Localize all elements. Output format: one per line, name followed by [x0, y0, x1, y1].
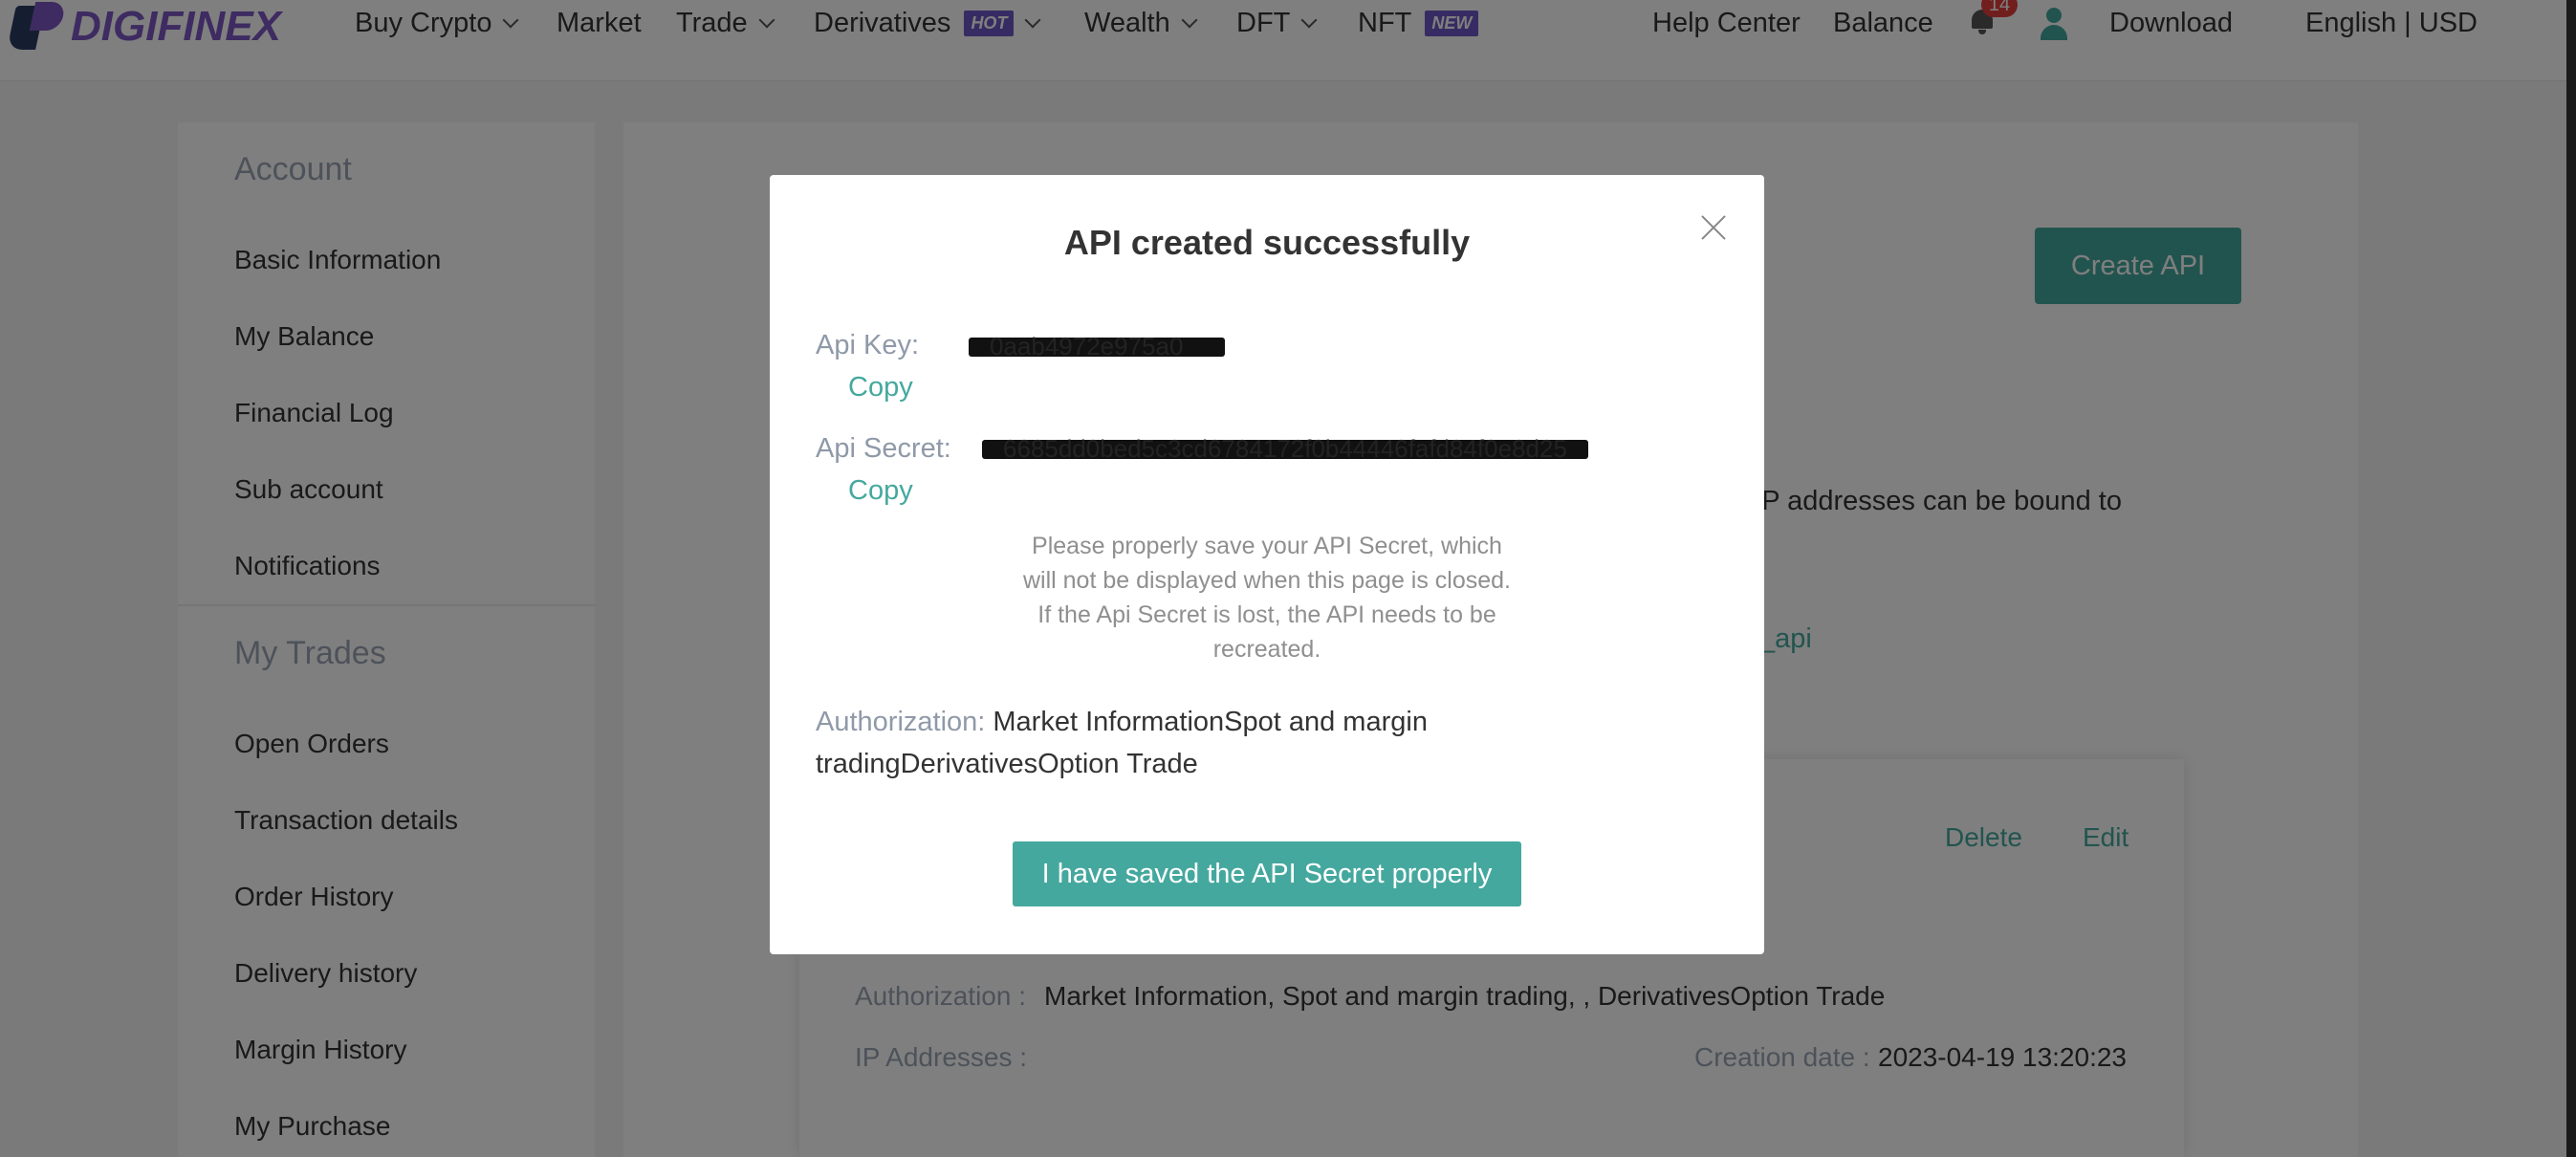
window-edge-strip — [2566, 0, 2576, 1157]
api-secret-value-redacted: 6685dd0bed5c3cd6784172f0b44446fafd84f0e8… — [982, 434, 1588, 463]
close-icon[interactable] — [1695, 209, 1734, 248]
modal-title: API created successfully — [1063, 223, 1471, 262]
api-key-value: 0aab4972e975a0 — [990, 332, 1184, 360]
copy-api-key-button[interactable]: Copy — [848, 372, 913, 404]
api-secret-label: Api Secret: — [816, 433, 951, 464]
save-secret-notice: Please properly save your API Secret, wh… — [1022, 533, 1512, 663]
api-secret-value: 6685dd0bed5c3cd6784172f0b44446fafd84f0e8… — [1003, 434, 1567, 463]
api-key-label: Api Key: — [816, 330, 919, 360]
api-key-value-redacted: 0aab4972e975a0 — [969, 332, 1225, 360]
modal-authorization: Authorization: Market InformationSpot an… — [816, 701, 1734, 785]
copy-api-secret-button[interactable]: Copy — [848, 475, 913, 507]
modal-authorization-label: Authorization: — [816, 707, 986, 737]
confirm-saved-button[interactable]: I have saved the API Secret properly — [1013, 841, 1521, 906]
api-created-modal: API created successfully Api Key: 0aab49… — [770, 175, 1764, 954]
